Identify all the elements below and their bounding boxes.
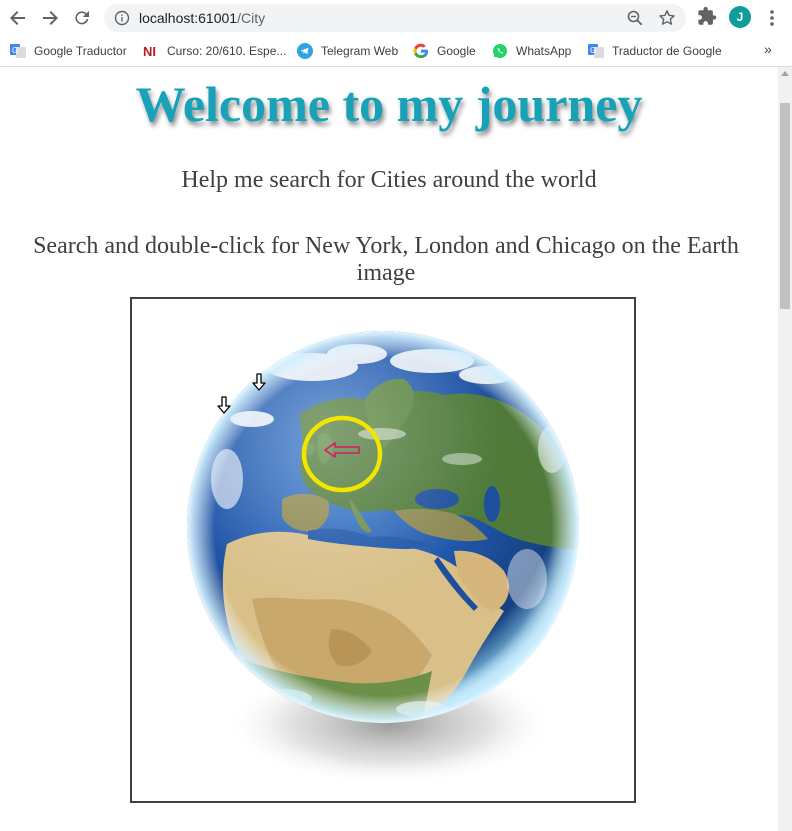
reload-button[interactable] xyxy=(68,4,96,32)
reload-icon xyxy=(75,10,89,25)
address-bar[interactable]: localhost:61001/City xyxy=(104,4,686,32)
page-subtitle: Help me search for Cities around the wor… xyxy=(181,167,597,193)
svg-text:G: G xyxy=(590,46,596,55)
google-translate-icon: G xyxy=(10,44,26,58)
svg-text:NI: NI xyxy=(143,44,156,59)
browser-toolbar: localhost:61001/City J xyxy=(0,0,792,36)
page-scrollbar[interactable] xyxy=(778,67,792,831)
kebab-menu-icon[interactable] xyxy=(764,6,780,30)
scrollbar-thumb[interactable] xyxy=(780,103,790,309)
whatsapp-icon xyxy=(493,44,507,58)
bookmark-star-icon[interactable] xyxy=(658,9,676,27)
bookmark-google-traductor[interactable]: G Google Traductor xyxy=(10,42,127,60)
back-button[interactable] xyxy=(4,4,32,32)
google-icon xyxy=(413,43,429,59)
ni-logo-icon: NI xyxy=(143,44,156,59)
page-title: Welcome to my journey xyxy=(135,76,643,132)
zoom-icon[interactable] xyxy=(626,9,644,27)
bookmark-label: Telegram Web xyxy=(321,44,399,58)
bookmark-whatsapp[interactable]: WhatsApp xyxy=(492,42,571,60)
profile-avatar[interactable]: J xyxy=(729,6,751,28)
back-arrow-icon xyxy=(10,11,25,25)
google-translate-icon: G xyxy=(588,44,604,58)
bookmark-label: Traductor de Google xyxy=(612,44,722,58)
instruction-text: Search and double-click for New York, Lo… xyxy=(33,233,739,286)
bookmark-label: WhatsApp xyxy=(516,44,572,58)
bookmark-telegram[interactable]: Telegram Web xyxy=(297,42,398,60)
forward-button[interactable] xyxy=(36,4,64,32)
extensions-puzzle-icon[interactable] xyxy=(696,6,720,30)
bookmark-google[interactable]: Google xyxy=(413,42,476,60)
earth-globe[interactable] xyxy=(187,331,579,724)
scroll-up-arrow-icon[interactable] xyxy=(781,71,789,76)
bookmark-curso[interactable]: NI Curso: 20/610. Espe... xyxy=(143,42,286,60)
url-text[interactable]: localhost:61001/City xyxy=(139,10,265,26)
url-host: localhost:61001 xyxy=(139,10,238,26)
forward-arrow-icon xyxy=(43,11,58,25)
earth-image[interactable] xyxy=(132,299,634,801)
earth-image-frame[interactable] xyxy=(130,297,636,803)
bookmarks-overflow-button[interactable]: » xyxy=(764,41,772,57)
bookmark-label: Google Traductor xyxy=(34,44,127,58)
svg-text:G: G xyxy=(12,46,18,55)
page-content: Welcome to my journey Help me search for… xyxy=(0,67,778,831)
bookmarks-bar: G Google Traductor NI Curso: 20/610. Esp… xyxy=(0,36,792,67)
site-info-icon[interactable] xyxy=(114,10,130,26)
telegram-icon xyxy=(297,43,313,59)
bookmark-label: Curso: 20/610. Espe... xyxy=(167,44,287,58)
url-path: /City xyxy=(237,10,266,26)
bookmark-traductor-de-google[interactable]: G Traductor de Google xyxy=(588,42,722,60)
bookmark-label: Google xyxy=(437,44,476,58)
